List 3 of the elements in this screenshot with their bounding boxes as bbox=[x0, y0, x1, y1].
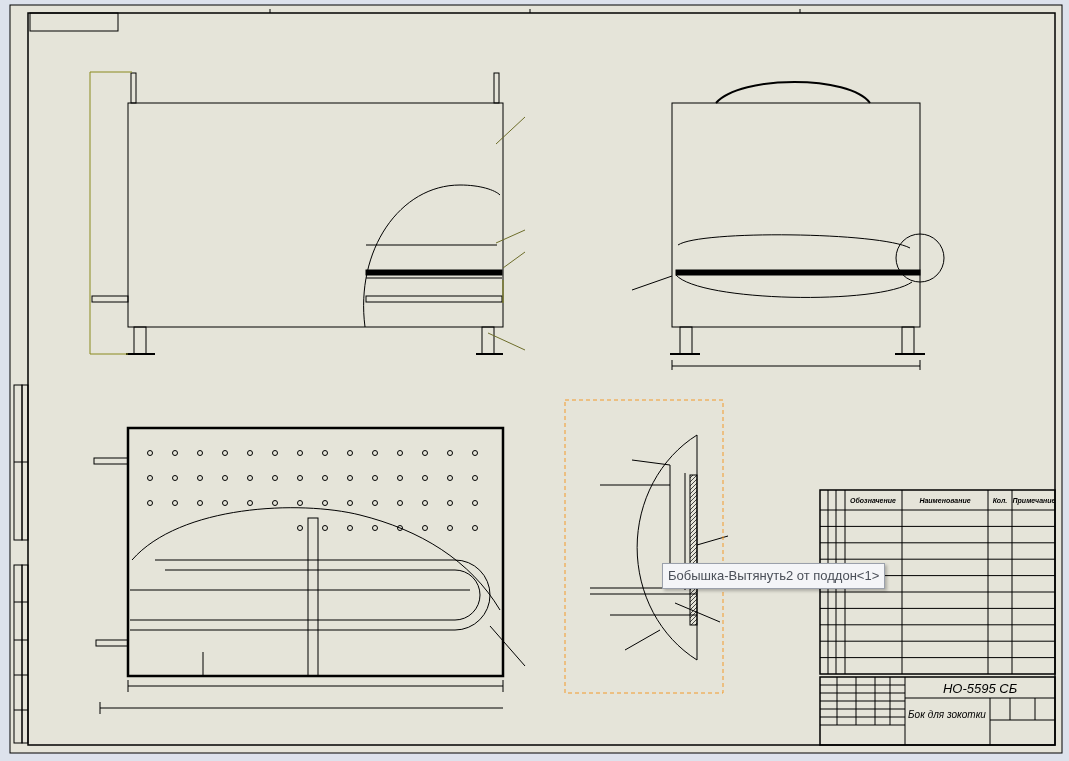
tooltip: Бобышка-Вытянуть2 от поддон<1> bbox=[662, 563, 886, 589]
drawing-name: Бок для зокотки bbox=[908, 709, 986, 720]
drawing-designation: НО-5595 СБ bbox=[942, 681, 1018, 696]
